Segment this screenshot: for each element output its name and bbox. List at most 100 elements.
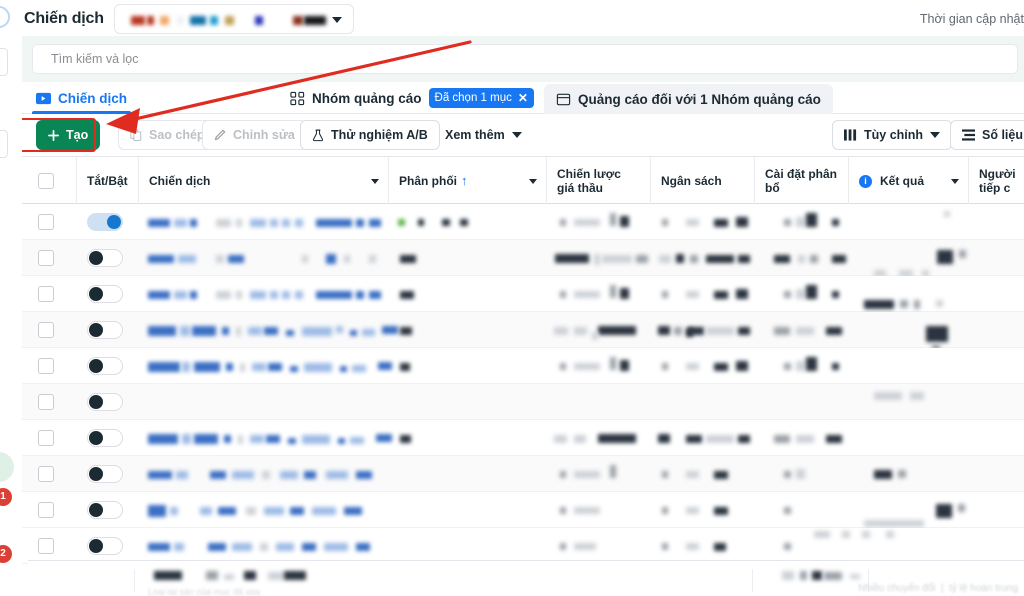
table-row[interactable] xyxy=(14,492,1024,528)
column-header-toggle-label: Tắt/Bật xyxy=(87,174,128,188)
sort-asc-icon: ↑ xyxy=(461,173,468,188)
info-icon[interactable]: i xyxy=(859,174,872,188)
row-toggle[interactable] xyxy=(87,357,123,375)
column-header-delivery[interactable]: Phân phối ↑ xyxy=(388,157,546,205)
column-header-bid-strategy-label: Chiến lược giá thầu xyxy=(557,167,621,195)
tab-adset[interactable]: Nhóm quảng cáo Đã chọn 1 mục ✕ xyxy=(290,82,534,114)
adset-selection-badge[interactable]: Đã chọn 1 mục ✕ xyxy=(428,88,534,108)
row-checkbox[interactable] xyxy=(38,286,54,302)
create-button-highlight xyxy=(16,118,96,152)
breakdown-button[interactable]: Số liệu chia n xyxy=(950,120,1024,150)
table-row[interactable] xyxy=(14,528,1024,564)
column-header-reach[interactable]: Người tiếp c xyxy=(968,157,1024,205)
copy-icon xyxy=(130,129,142,141)
ab-test-button-label: Thử nghiệm A/B xyxy=(331,128,428,142)
row-checkbox[interactable] xyxy=(38,430,54,446)
table-header-row: Tắt/Bật Chiến dịch Phân phối ↑ Chiến lượ… xyxy=(14,156,1024,205)
row-checkbox[interactable] xyxy=(38,358,54,374)
table-row[interactable] xyxy=(14,240,1024,277)
row-toggle[interactable] xyxy=(87,393,123,411)
select-all-checkbox[interactable] xyxy=(38,173,54,189)
tab-campaign[interactable]: Chiến dịch xyxy=(31,82,132,114)
row-toggle[interactable] xyxy=(87,285,123,303)
tab-ad[interactable]: Quảng cáo đối với 1 Nhóm quảng cáo xyxy=(544,84,833,114)
table-row[interactable] xyxy=(14,348,1024,384)
row-toggle[interactable] xyxy=(87,537,123,555)
row-toggle[interactable] xyxy=(87,465,123,483)
table-body xyxy=(14,204,1024,596)
ab-test-button[interactable]: Thử nghiệm A/B xyxy=(300,120,440,150)
adset-grid-icon xyxy=(290,91,305,106)
level-tabs: Chiến dịch Nhóm quảng cáo Đã chọn 1 mục … xyxy=(14,82,1024,114)
tab-campaign-label: Chiến dịch xyxy=(58,90,128,106)
more-button[interactable]: Xem thêm xyxy=(434,120,533,150)
row-checkbox[interactable] xyxy=(38,214,54,230)
customize-button[interactable]: Tùy chỉnh xyxy=(832,120,953,150)
ads-manager-screen: 1 2 Chiến dịch Thời gian cập nhật Tìm ki… xyxy=(0,0,1024,596)
adset-selection-count: Đã chọn 1 mục xyxy=(434,92,512,104)
column-header-budget[interactable]: Ngân sách xyxy=(650,157,754,205)
more-button-label: Xem thêm xyxy=(445,128,505,142)
ad-window-icon xyxy=(556,92,571,107)
edit-button[interactable]: Chỉnh sửa xyxy=(202,120,307,150)
table-row[interactable] xyxy=(14,420,1024,456)
column-header-results[interactable]: i Kết quả xyxy=(848,157,968,205)
rail-blue-icon[interactable] xyxy=(0,6,10,28)
edit-button-label: Chỉnh sửa xyxy=(233,128,295,142)
rail-circle-avatar[interactable] xyxy=(0,452,14,482)
row-checkbox[interactable] xyxy=(38,322,54,338)
chevron-down-icon[interactable] xyxy=(529,179,537,184)
table-row[interactable] xyxy=(14,384,1024,420)
rail-badge-2[interactable]: 2 xyxy=(0,545,12,563)
select-all-header[interactable] xyxy=(28,157,76,205)
column-header-bid-strategy[interactable]: Chiến lược giá thầu xyxy=(546,157,650,205)
column-header-delivery-label: Phân phối xyxy=(399,174,457,188)
table-row[interactable] xyxy=(14,312,1024,351)
flask-icon xyxy=(312,129,324,142)
row-checkbox[interactable] xyxy=(38,538,54,554)
table-row[interactable] xyxy=(14,276,1024,312)
chevron-down-icon[interactable] xyxy=(371,179,379,184)
close-icon[interactable]: ✕ xyxy=(518,91,528,105)
customize-button-label: Tùy chỉnh xyxy=(864,128,924,142)
action-toolbar: Tạo Sao chép Chỉnh sửa Thử nghiệm A/B Xe… xyxy=(14,114,1024,156)
duplicate-button-label: Sao chép xyxy=(149,128,205,142)
chevron-down-icon xyxy=(930,131,941,139)
rail-pill-2[interactable] xyxy=(0,130,8,158)
row-checkbox[interactable] xyxy=(38,466,54,482)
column-header-attribution[interactable]: Cài đặt phân bổ xyxy=(754,157,848,205)
breakdown-button-label: Số liệu chia n xyxy=(982,128,1024,142)
table-row[interactable] xyxy=(14,204,1024,240)
row-checkbox[interactable] xyxy=(38,250,54,266)
chevron-down-icon xyxy=(332,17,342,23)
campaign-icon xyxy=(36,91,51,106)
tab-adset-label: Nhóm quảng cáo xyxy=(312,90,422,106)
rail-pill-1[interactable] xyxy=(0,48,8,76)
footer-subtext: Loại tài sản của mục đã xóa xyxy=(148,587,261,596)
search-placeholder: Tìm kiếm và lọc xyxy=(51,52,139,66)
breakdown-icon xyxy=(962,129,975,141)
campaigns-table: Tắt/Bật Chiến dịch Phân phối ↑ Chiến lượ… xyxy=(14,156,1024,596)
footer-right-labels: Nhiều chuyển đổi | tỷ lệ hoàn trung xyxy=(858,583,1018,594)
column-header-campaign[interactable]: Chiến dịch xyxy=(138,157,388,205)
account-selector[interactable] xyxy=(114,4,354,34)
search-input[interactable]: Tìm kiếm và lọc xyxy=(32,44,1018,74)
pencil-icon xyxy=(214,129,226,141)
page-title: Chiến dịch xyxy=(24,10,104,27)
row-checkbox[interactable] xyxy=(38,502,54,518)
top-header: Chiến dịch Thời gian cập nhật xyxy=(14,0,1024,36)
row-checkbox[interactable] xyxy=(38,394,54,410)
tab-ad-label: Quảng cáo đối với 1 Nhóm quảng cáo xyxy=(578,91,821,107)
column-header-results-label: Kết quả xyxy=(880,174,925,188)
column-header-campaign-label: Chiến dịch xyxy=(149,174,211,188)
column-header-toggle[interactable]: Tắt/Bật xyxy=(76,157,138,205)
row-toggle[interactable] xyxy=(87,501,123,519)
chevron-down-icon[interactable] xyxy=(951,179,959,184)
row-toggle[interactable] xyxy=(87,429,123,447)
row-toggle[interactable] xyxy=(87,249,123,267)
row-toggle[interactable] xyxy=(87,213,123,231)
left-rail: 1 2 xyxy=(0,0,22,596)
rail-badge-1[interactable]: 1 xyxy=(0,488,12,506)
row-toggle[interactable] xyxy=(87,321,123,339)
table-row[interactable] xyxy=(14,456,1024,492)
